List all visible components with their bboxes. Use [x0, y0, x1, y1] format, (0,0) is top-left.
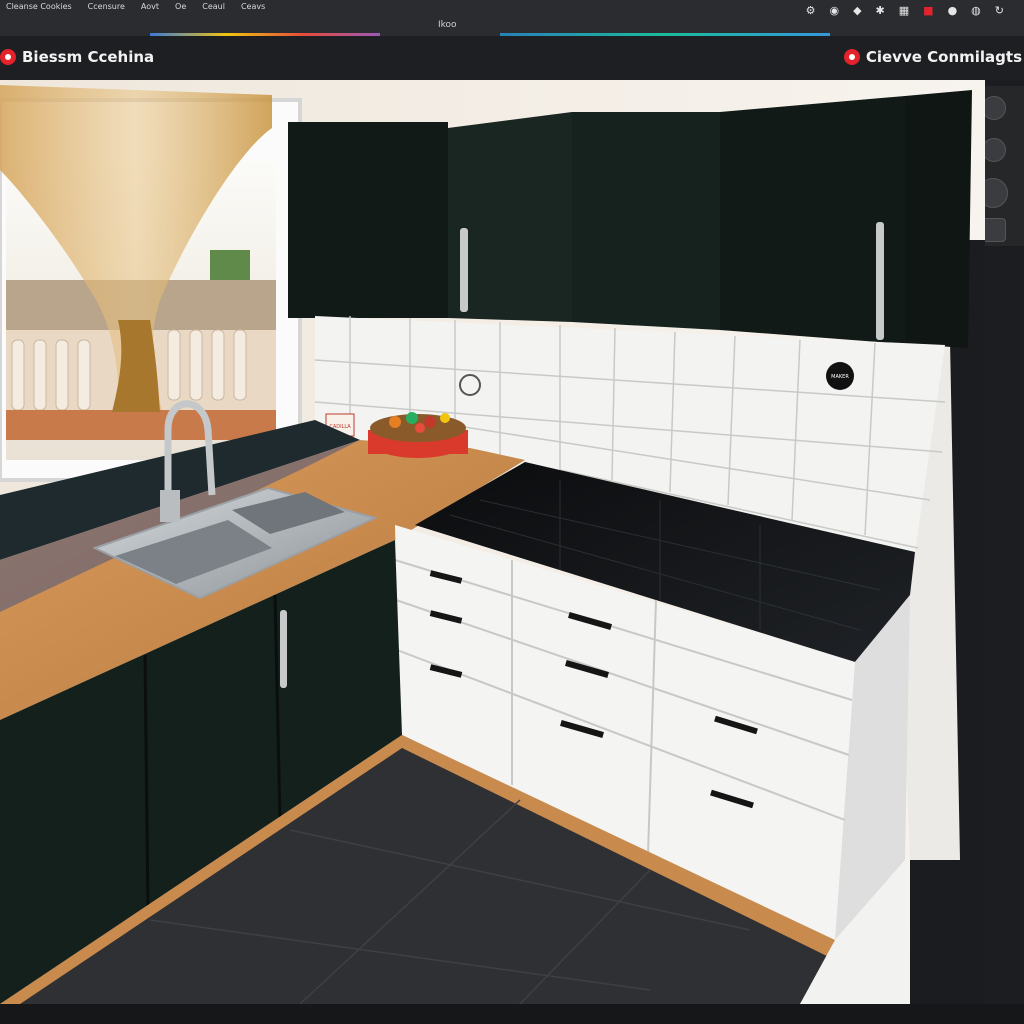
tool-button[interactable]	[982, 218, 1006, 242]
window-subtitle: Cievve Conmilagts	[865, 48, 1022, 66]
menu-item[interactable]: Aovt	[141, 2, 159, 11]
cabinet-handle	[280, 610, 287, 688]
app-logo-icon	[0, 49, 16, 65]
gear-icon[interactable]: ⚙	[806, 4, 816, 17]
menu-item[interactable]: Ceavs	[241, 2, 265, 11]
menu-item[interactable]: Cleanse Cookies	[6, 2, 72, 11]
tile-badge-label: MAKER	[831, 374, 849, 380]
grid-icon[interactable]: ▦	[899, 4, 909, 17]
terracotta-ledge	[6, 410, 276, 440]
plant	[210, 250, 250, 280]
upper-cabinet	[288, 122, 448, 318]
settings-icon[interactable]: ✱	[876, 4, 885, 17]
upper-cabinet	[905, 90, 972, 348]
info-icon[interactable]: ●	[948, 4, 958, 17]
kitchen-photo-canvas: MAKER CADILLA	[0, 80, 985, 1004]
record-icon	[843, 49, 860, 65]
toolbar-center-label: Ikoo	[438, 20, 457, 30]
record-icon[interactable]: ■	[923, 4, 933, 17]
upper-cabinet	[572, 112, 720, 330]
kitchen-photo: MAKER CADILLA	[0, 80, 985, 1004]
menu-item[interactable]: Ccensure	[88, 2, 125, 11]
top-menu-bar: Cleanse Cookies Ccensure Aovt Oe Ceaul C…	[6, 0, 265, 12]
camera-icon[interactable]: ◉	[829, 4, 839, 17]
window-bottom-bar	[0, 1004, 1024, 1024]
titlebar-right[interactable]: Cievve Conmilagts	[843, 48, 1022, 66]
menu-item[interactable]: Ceaul	[202, 2, 225, 11]
palette-icon[interactable]: ◆	[853, 4, 861, 17]
os-top-toolbar: Cleanse Cookies Ccensure Aovt Oe Ceaul C…	[0, 0, 1024, 36]
tool-button[interactable]	[982, 96, 1006, 120]
toolbar-icons: ⚙ ◉ ◆ ✱ ▦ ■ ● ◍ ↻	[806, 4, 1004, 17]
app-title: Biessm Ccehina	[22, 48, 155, 66]
tool-button[interactable]	[982, 138, 1006, 162]
menu-item[interactable]: Oe	[175, 2, 186, 11]
window-titlebar: Biessm Ccehina Cievve Conmilagts	[0, 36, 1024, 80]
faucet-base	[160, 490, 180, 522]
help-icon[interactable]: ◍	[971, 4, 981, 17]
cabinet-handle	[460, 228, 468, 312]
refresh-icon[interactable]: ↻	[995, 4, 1004, 17]
titlebar-left[interactable]: Biessm Ccehina	[0, 48, 154, 66]
cabinet-handle	[876, 222, 884, 340]
